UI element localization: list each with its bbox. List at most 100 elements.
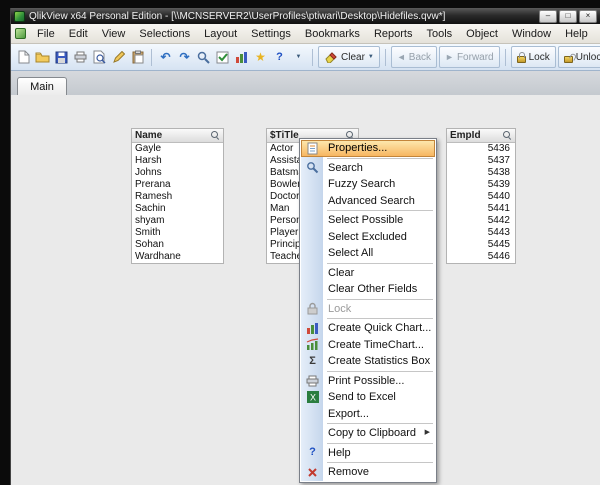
edit-button[interactable] <box>109 47 128 67</box>
list-item[interactable]: 5445 <box>447 239 515 251</box>
listbox-name-header[interactable]: Name <box>132 129 223 143</box>
bookmark-button[interactable]: ★ <box>251 47 270 67</box>
list-item[interactable]: 5443 <box>447 227 515 239</box>
redo-button[interactable]: ↷ <box>175 47 194 67</box>
new-document-button[interactable] <box>14 47 33 67</box>
menu-help[interactable]: Help <box>558 25 595 43</box>
forward-button[interactable]: ► Forward <box>439 46 500 68</box>
toolbar-options-button[interactable]: ▼ <box>289 47 308 67</box>
list-item[interactable]: 5439 <box>447 179 515 191</box>
menu-item-copy-to-clipboard[interactable]: Copy to Clipboard ▶ <box>301 425 435 442</box>
time-chart-icon <box>304 338 321 352</box>
tab-main[interactable]: Main <box>17 77 67 97</box>
undo-button[interactable]: ↶ <box>156 47 175 67</box>
print-preview-button[interactable] <box>90 47 109 67</box>
list-item[interactable]: Wardhane <box>132 251 223 263</box>
context-menu: Properties... Search Fuzzy Search Advanc… <box>299 138 437 483</box>
close-button[interactable]: × <box>579 9 597 23</box>
list-item[interactable]: Harsh <box>132 155 223 167</box>
help-button[interactable]: ? <box>270 47 289 67</box>
menu-item-label: Lock <box>328 302 352 315</box>
list-item[interactable]: shyam <box>132 215 223 227</box>
menu-item-label: Send to Excel <box>328 391 396 403</box>
save-button[interactable] <box>52 47 71 67</box>
lock-button[interactable]: Lock <box>510 46 556 68</box>
menu-window[interactable]: Window <box>505 25 558 43</box>
menu-edit[interactable]: Edit <box>62 25 95 43</box>
search-button[interactable] <box>194 47 213 67</box>
list-item[interactable]: Ramesh <box>132 191 223 203</box>
menu-item-create-timechart[interactable]: Create TimeChart... <box>301 337 435 354</box>
menu-item-remove[interactable]: Remove <box>301 464 435 481</box>
list-item[interactable]: 5438 <box>447 167 515 179</box>
qlikview-app-icon <box>14 10 25 22</box>
listbox-empid-header[interactable]: EmpId <box>447 129 515 143</box>
menu-item-properties[interactable]: Properties... <box>301 140 435 157</box>
menu-reports[interactable]: Reports <box>367 25 420 43</box>
list-item[interactable]: Johns <box>132 167 223 179</box>
menu-item-label: Export... <box>328 407 369 420</box>
quick-chart-button[interactable] <box>232 47 251 67</box>
clear-button[interactable]: Clear ▼ <box>318 46 380 68</box>
menu-item-lock[interactable]: Lock <box>301 301 435 318</box>
back-button[interactable]: ◄ Back <box>390 46 438 68</box>
menu-separator <box>327 262 433 264</box>
menu-item-select-possible[interactable]: Select Possible <box>301 212 435 229</box>
help-icon: ? <box>309 446 316 459</box>
menu-item-create-statistics-box[interactable]: Σ Create Statistics Box <box>301 353 435 370</box>
list-item[interactable]: 5436 <box>447 143 515 155</box>
search-icon[interactable] <box>211 131 220 140</box>
menu-item-label: Select Possible <box>328 214 404 226</box>
list-item[interactable]: 5441 <box>447 203 515 215</box>
menu-item-export[interactable]: Export... <box>301 406 435 423</box>
chart-icon <box>236 51 247 63</box>
menu-separator <box>327 157 433 159</box>
list-item[interactable]: 5440 <box>447 191 515 203</box>
unlock-button[interactable]: Unlock <box>557 46 600 68</box>
menu-item-advanced-search[interactable]: Advanced Search <box>301 193 435 210</box>
menu-tools[interactable]: Tools <box>419 25 459 43</box>
minimize-button[interactable]: – <box>539 9 557 23</box>
print-button[interactable] <box>71 47 90 67</box>
menu-item-search[interactable]: Search <box>301 160 435 177</box>
menu-settings[interactable]: Settings <box>244 25 298 43</box>
menu-object[interactable]: Object <box>459 25 505 43</box>
list-item[interactable]: Sachin <box>132 203 223 215</box>
titlebar[interactable]: QlikView x64 Personal Edition - [\\MCNSE… <box>11 8 600 24</box>
print-preview-icon <box>93 50 106 64</box>
menu-item-select-excluded[interactable]: Select Excluded <box>301 229 435 246</box>
menu-bookmarks[interactable]: Bookmarks <box>298 25 367 43</box>
menu-item-select-all[interactable]: Select All <box>301 245 435 262</box>
open-folder-icon <box>35 52 50 63</box>
list-item[interactable]: 5446 <box>447 251 515 263</box>
menu-item-clear-other-fields[interactable]: Clear Other Fields <box>301 281 435 298</box>
menu-view[interactable]: View <box>95 25 133 43</box>
menu-item-print-possible[interactable]: Print Possible... <box>301 373 435 390</box>
paste-button[interactable] <box>128 47 147 67</box>
list-item[interactable]: Smith <box>132 227 223 239</box>
menu-item-create-quick-chart[interactable]: Create Quick Chart... <box>301 320 435 337</box>
menu-item-label: Search <box>328 161 363 174</box>
menu-item-clear[interactable]: Clear <box>301 265 435 282</box>
search-icon[interactable] <box>503 131 512 140</box>
menu-item-label: Fuzzy Search <box>328 178 396 190</box>
app-window: QlikView x64 Personal Edition - [\\MCNSE… <box>10 8 600 485</box>
current-selections-button[interactable] <box>213 47 232 67</box>
restore-button[interactable]: □ <box>559 9 577 23</box>
list-item[interactable]: Sohan <box>132 239 223 251</box>
menu-item-send-to-excel[interactable]: X Send to Excel <box>301 389 435 406</box>
menu-item-fuzzy-search[interactable]: Fuzzy Search <box>301 176 435 193</box>
document-icon[interactable] <box>15 28 26 39</box>
menu-file[interactable]: File <box>30 25 62 43</box>
list-item[interactable]: Gayle <box>132 143 223 155</box>
menu-layout[interactable]: Layout <box>197 25 244 43</box>
list-item[interactable]: Prerana <box>132 179 223 191</box>
open-button[interactable] <box>33 47 52 67</box>
lock-button-label: Lock <box>528 51 550 63</box>
print-icon <box>304 374 321 388</box>
list-item[interactable]: 5437 <box>447 155 515 167</box>
menu-item-help[interactable]: ? Help <box>301 445 435 462</box>
menu-selections[interactable]: Selections <box>132 25 197 43</box>
list-item[interactable]: 5442 <box>447 215 515 227</box>
menu-item-label: Clear <box>328 266 355 279</box>
